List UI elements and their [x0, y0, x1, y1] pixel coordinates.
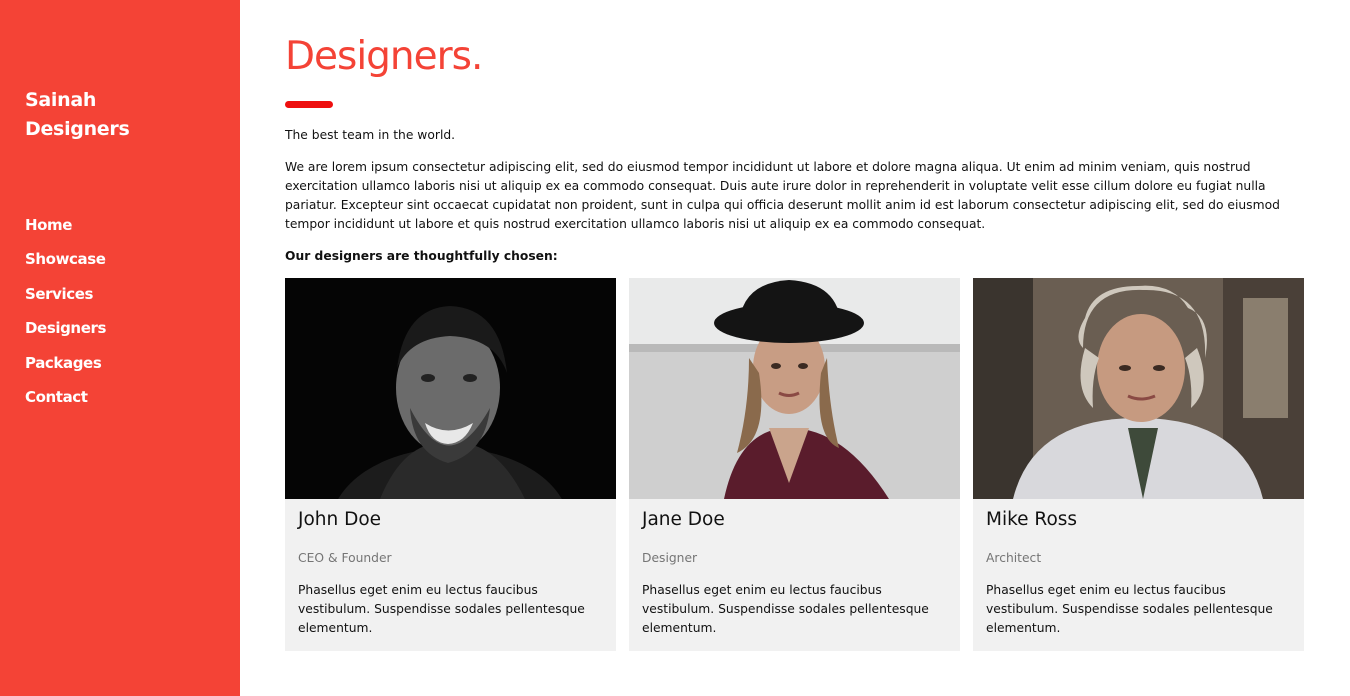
designer-name: Jane Doe — [642, 509, 725, 530]
designer-name: Mike Ross — [986, 509, 1078, 530]
designer-description: Phasellus eget enim eu lectus faucibus v… — [986, 583, 1273, 635]
designers-heading: Our designers are thoughtfully chosen: — [285, 249, 558, 263]
designer-card: Mike Ross Architect Phasellus eget enim … — [973, 278, 1304, 651]
designer-photo — [629, 278, 960, 499]
designer-cards: John Doe CEO & Founder Phasellus eget en… — [285, 278, 1305, 651]
brand-line-1: Sainah — [25, 89, 97, 111]
nav-item-home[interactable]: Home — [25, 208, 106, 242]
tagline: The best team in the world. — [285, 128, 456, 142]
designer-role: CEO & Founder — [298, 551, 392, 565]
nav-item-designers[interactable]: Designers — [25, 311, 106, 345]
designer-name: John Doe — [298, 509, 382, 530]
title-underline — [285, 101, 333, 108]
designer-photo — [973, 278, 1304, 499]
designer-role: Designer — [642, 551, 698, 565]
nav-item-contact[interactable]: Contact — [25, 380, 106, 414]
designer-card: John Doe CEO & Founder Phasellus eget en… — [285, 278, 616, 651]
nav-item-showcase[interactable]: Showcase — [25, 242, 106, 276]
page-title: Designers. — [285, 34, 483, 79]
nav-item-services[interactable]: Services — [25, 277, 106, 311]
designer-description: Phasellus eget enim eu lectus faucibus v… — [642, 583, 929, 635]
designer-card: Jane Doe Designer Phasellus eget enim eu… — [629, 278, 960, 651]
sidebar-nav: Home Showcase Services Designers Package… — [25, 208, 106, 414]
designer-role: Architect — [986, 551, 1042, 565]
nav-item-packages[interactable]: Packages — [25, 346, 106, 380]
designer-description: Phasellus eget enim eu lectus faucibus v… — [298, 583, 585, 635]
brand-logo[interactable]: Sainah Designers — [25, 86, 130, 144]
sidebar: Sainah Designers Home Showcase Services … — [0, 0, 240, 696]
designer-photo — [285, 278, 616, 499]
intro-paragraph: We are lorem ipsum consectetur adipiscin… — [285, 160, 1280, 231]
brand-line-2: Designers — [25, 118, 130, 140]
